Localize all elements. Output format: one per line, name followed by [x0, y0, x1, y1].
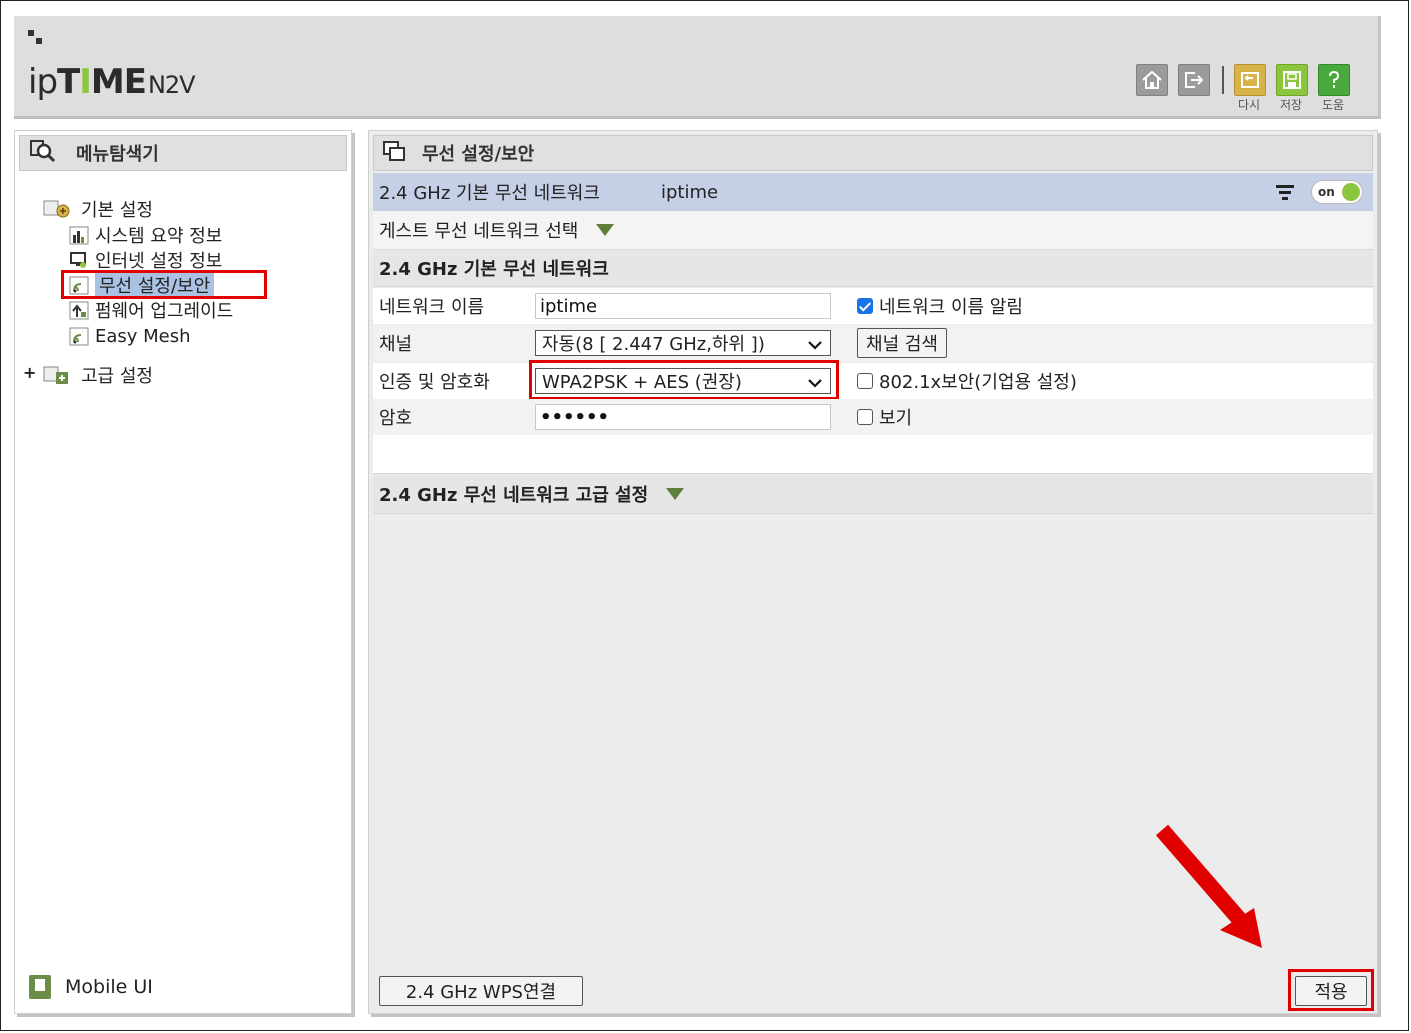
dropdown-triangle-icon[interactable]: [666, 488, 685, 500]
broadcast-checkbox[interactable]: [857, 298, 873, 314]
windows-icon: [382, 140, 406, 167]
row-auth: 인증 및 암호화 WPA2PSK + AES (권장) 802.1x보안(기업용…: [373, 363, 1373, 399]
basic-section-title: 2.4 GHz 기본 무선 네트워크: [373, 250, 1373, 287]
show-password-checkbox[interactable]: [857, 409, 873, 425]
dot1x-option[interactable]: 802.1x보안(기업용 설정): [857, 368, 1077, 394]
menu-explorer-title: 메뉴탐색기: [76, 144, 159, 165]
chart-icon: [69, 225, 89, 245]
toolbar-separator: [1222, 66, 1224, 94]
wps-connect-button[interactable]: 2.4 GHz WPS연결: [379, 976, 583, 1006]
password-input[interactable]: ••••••: [535, 404, 831, 430]
magnifier-icon: [30, 139, 56, 168]
channel-select[interactable]: 자동(8 [ 2.447 GHz,하위 ]): [535, 330, 831, 356]
network-selector-bar[interactable]: 2.4 GHz 기본 무선 네트워크 iptime on: [373, 173, 1373, 211]
tree-basic-settings[interactable]: 기본 설정: [43, 197, 153, 221]
top-header: ipTIMEN2V 다시 저장 도움: [14, 16, 1381, 119]
network-name-input[interactable]: iptime: [535, 293, 831, 319]
toggle-knob: [1342, 183, 1360, 201]
highlight-box: [1288, 969, 1374, 1011]
network-ssid: iptime: [661, 181, 719, 203]
tree-system-summary[interactable]: 시스템 요약 정보: [69, 223, 222, 247]
tree-easy-mesh[interactable]: Easy Mesh: [69, 324, 191, 348]
phone-icon: [29, 975, 51, 999]
undo-icon[interactable]: [1234, 64, 1266, 96]
monitor-icon: [69, 250, 89, 270]
spacer-row: [373, 435, 1373, 474]
undo-label: 다시: [1237, 98, 1261, 112]
tree-firmware-upgrade[interactable]: 펌웨어 업그레이드: [69, 298, 233, 322]
folder-gear-icon: [43, 199, 70, 219]
network-label: 2.4 GHz 기본 무선 네트워크: [379, 183, 600, 204]
menu-explorer: 메뉴탐색기 기본 설정 시스템 요약 정보 인터넷 설정 정보 무선 설정/보안: [14, 130, 352, 1014]
dropdown-triangle-icon[interactable]: [596, 224, 615, 236]
tree-expander[interactable]: +: [23, 363, 36, 382]
show-password-option[interactable]: 보기: [857, 404, 912, 430]
broadcast-option[interactable]: 네트워크 이름 알림: [857, 293, 1023, 319]
red-arrow-annotation: [1155, 824, 1262, 948]
highlight-box: [529, 360, 839, 400]
row-channel: 채널 자동(8 [ 2.447 GHz,하위 ]) 채널 검색: [373, 325, 1373, 361]
help-label: 도움: [1321, 98, 1345, 112]
folder-plus-icon: [43, 365, 68, 385]
tree-internet-info[interactable]: 인터넷 설정 정보: [69, 248, 222, 272]
panel-title: 무선 설정/보안: [422, 144, 535, 165]
wireless-toggle[interactable]: on: [1311, 180, 1363, 204]
logout-icon[interactable]: [1178, 64, 1210, 96]
wireless-icon: [69, 326, 89, 346]
row-network-name: 네트워크 이름 iptime 네트워크 이름 알림: [373, 288, 1373, 324]
save-icon[interactable]: [1276, 64, 1308, 96]
mobile-ui-link[interactable]: Mobile UI: [29, 975, 153, 999]
guest-network-select[interactable]: 게스트 무선 네트워크 선택: [373, 211, 1373, 250]
channel-search-button[interactable]: 채널 검색: [857, 328, 947, 358]
save-label: 저장: [1279, 98, 1303, 112]
tree-advanced-settings[interactable]: 고급 설정: [43, 363, 153, 387]
header-toolbar: 다시 저장 도움: [1136, 64, 1356, 112]
iptime-logo: ipTIMEN2V: [28, 62, 196, 102]
dot1x-checkbox[interactable]: [857, 373, 873, 389]
help-icon[interactable]: [1318, 64, 1350, 96]
menu-explorer-header: 메뉴탐색기: [19, 135, 347, 171]
highlight-box: [61, 270, 267, 299]
panel-header: 무선 설정/보안: [373, 135, 1373, 171]
row-password: 암호 •••••• 보기: [373, 399, 1373, 435]
firmware-icon: [69, 300, 89, 320]
advanced-section-title[interactable]: 2.4 GHz 무선 네트워크 고급 설정: [373, 475, 1373, 514]
home-icon[interactable]: [1136, 64, 1168, 96]
filter-icon[interactable]: [1275, 183, 1295, 206]
chevron-down-icon: [808, 336, 822, 357]
